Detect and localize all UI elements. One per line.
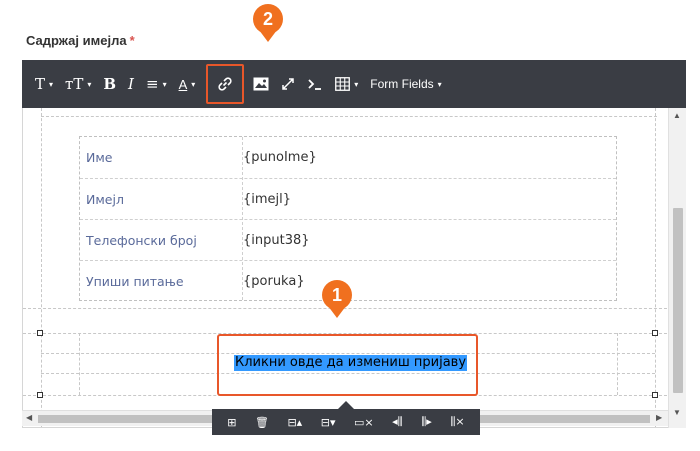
delete-table-icon[interactable]: 🗑 bbox=[255, 416, 269, 429]
scroll-left-icon[interactable]: ◀ bbox=[26, 413, 32, 422]
delete-column-icon[interactable]: ⫼× bbox=[450, 415, 464, 429]
email-content-label-text: Садржај имејла bbox=[26, 33, 127, 48]
table-cell-label: Телефонски број bbox=[86, 232, 197, 248]
chevron-down-icon: ▾ bbox=[162, 79, 167, 89]
callout-pointer bbox=[328, 306, 346, 318]
font-size-icon: тT bbox=[65, 75, 84, 93]
text-color-button[interactable]: A ▾ bbox=[174, 69, 201, 99]
resize-handle[interactable] bbox=[652, 392, 658, 398]
chevron-down-icon: ▾ bbox=[437, 79, 442, 89]
chevron-down-icon: ▾ bbox=[191, 79, 196, 89]
font-size-button[interactable]: тT ▾ bbox=[60, 69, 96, 99]
chevron-down-icon: ▾ bbox=[354, 79, 359, 89]
resize-handle[interactable] bbox=[652, 330, 658, 336]
italic-icon: I bbox=[128, 75, 134, 93]
table-context-toolbar: ⊞ 🗑 ⊟▴ ⊟▾ ▭× ◂⫼ ⫼▸ ⫼× bbox=[212, 409, 480, 435]
insert-table-button[interactable]: ▾ bbox=[330, 69, 363, 99]
align-button[interactable]: ≡ ▾ bbox=[141, 69, 172, 99]
chevron-down-icon: ▾ bbox=[49, 79, 54, 89]
form-fields-button[interactable]: Form Fields ▾ bbox=[365, 69, 446, 99]
link-icon bbox=[218, 77, 232, 91]
resize-handle[interactable] bbox=[37, 392, 43, 398]
table-cell-label: Име bbox=[86, 150, 113, 165]
insert-column-left-icon[interactable]: ◂⫼ bbox=[392, 415, 403, 429]
table-properties-icon[interactable]: ⊞ bbox=[227, 416, 236, 429]
required-asterisk: * bbox=[129, 33, 135, 48]
expand-icon bbox=[282, 78, 295, 90]
chevron-down-icon: ▾ bbox=[87, 79, 92, 89]
italic-button[interactable]: I bbox=[123, 69, 139, 99]
scroll-up-icon[interactable]: ▲ bbox=[673, 111, 681, 120]
scroll-thumb[interactable] bbox=[673, 208, 683, 393]
table-cell-value: {poruka} bbox=[243, 273, 305, 289]
table-cell-label: Имејл bbox=[86, 191, 124, 207]
table-cell-value: {punoIme} bbox=[243, 150, 317, 165]
scroll-down-icon[interactable]: ▼ bbox=[673, 408, 681, 417]
callout-number: 2 bbox=[262, 8, 273, 29]
insert-column-right-icon[interactable]: ⫼▸ bbox=[421, 415, 432, 429]
insert-row-above-icon[interactable]: ⊟▴ bbox=[287, 416, 302, 429]
layout-guide bbox=[655, 108, 656, 427]
vertical-scrollbar[interactable]: ▲ ▼ bbox=[668, 108, 686, 428]
resize-handle[interactable] bbox=[37, 330, 43, 336]
image-icon bbox=[253, 77, 269, 91]
table-row: Имејл {imejl} bbox=[80, 178, 616, 219]
email-content-label: Садржај имејла * bbox=[26, 33, 135, 48]
layout-guide bbox=[617, 333, 618, 395]
table-row: Телефонски број {input38} bbox=[80, 219, 616, 260]
form-fields-table: Име {punoIme} Имејл {imejl} Телефонски б… bbox=[79, 136, 617, 301]
layout-guide bbox=[23, 308, 685, 309]
callout-pointer bbox=[259, 30, 277, 42]
table-cell-label: Упиши питање bbox=[86, 273, 184, 289]
heading-icon: T bbox=[35, 75, 46, 93]
table-cell-value: {imejl} bbox=[243, 191, 292, 207]
table-row: Име {punoIme} bbox=[80, 137, 616, 178]
scroll-right-icon[interactable]: ▶ bbox=[656, 413, 662, 422]
callout-number: 1 bbox=[331, 284, 342, 305]
insert-link-button[interactable] bbox=[206, 64, 245, 104]
editor-toolbar: T ▾ тT ▾ B I ≡ ▾ A ▾ ▾ Form Fields ▾ bbox=[22, 60, 686, 108]
code-icon bbox=[308, 79, 322, 90]
bold-icon: B bbox=[103, 75, 117, 93]
layout-guide bbox=[41, 116, 657, 117]
layout-guide bbox=[79, 333, 80, 395]
callout-highlight-link-text bbox=[217, 334, 478, 396]
code-view-button[interactable] bbox=[302, 69, 328, 99]
table-icon bbox=[335, 77, 351, 91]
fullscreen-button[interactable] bbox=[276, 69, 300, 99]
heading-button[interactable]: T ▾ bbox=[30, 69, 58, 99]
form-fields-label: Form Fields bbox=[370, 77, 434, 91]
table-cell-value: {input38} bbox=[243, 232, 310, 248]
align-icon: ≡ bbox=[145, 75, 159, 93]
insert-row-below-icon[interactable]: ⊟▾ bbox=[321, 416, 336, 429]
toolbar-pointer bbox=[338, 401, 354, 409]
layout-guide bbox=[41, 108, 42, 427]
bold-button[interactable]: B bbox=[98, 69, 121, 99]
delete-row-icon[interactable]: ▭× bbox=[354, 416, 374, 429]
insert-image-button[interactable] bbox=[248, 69, 274, 99]
text-color-icon: A bbox=[178, 76, 188, 92]
